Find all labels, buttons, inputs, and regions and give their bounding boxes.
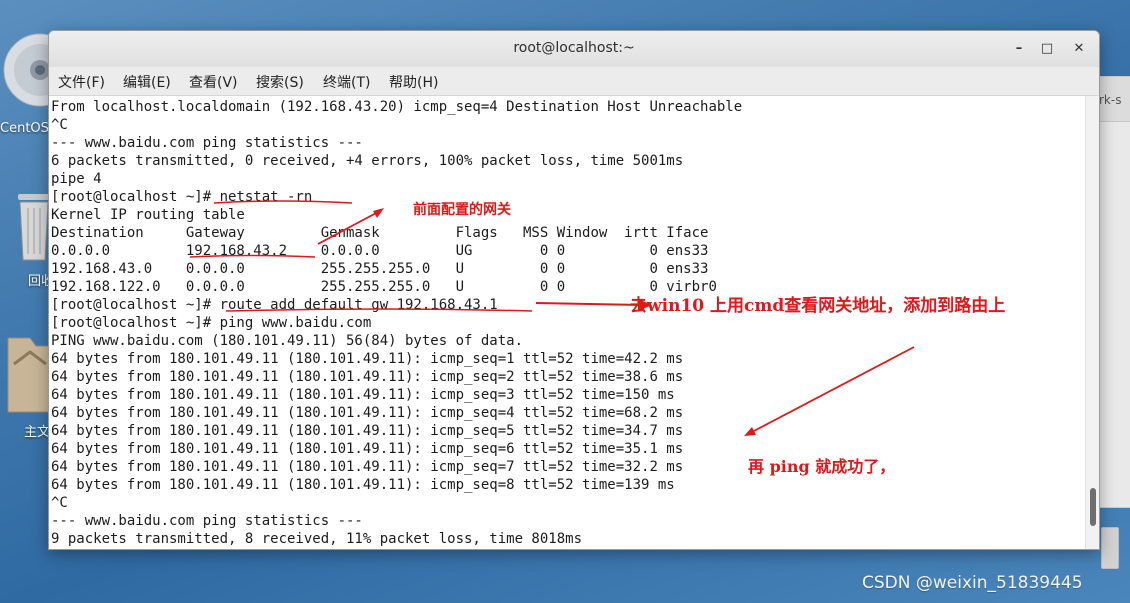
arrow-gateway-head <box>373 208 384 218</box>
ping-annotation: 再 ping 就成功了， <box>748 457 896 476</box>
underline-gateway <box>189 254 316 258</box>
route-annotation: 去win10 上用cmd查看网关地址，添加到路由上 <box>630 296 1006 316</box>
underline-netstat <box>213 200 353 204</box>
arrow-route <box>535 302 641 306</box>
arrow-ping-head <box>744 427 756 436</box>
csdn-watermark: CSDN @weixin_51839445 <box>862 573 1083 593</box>
gateway-annotation: 前面配置的网关 <box>413 202 511 218</box>
arrow-ping <box>751 346 915 433</box>
underline-route <box>225 308 533 312</box>
arrow-gateway <box>317 211 379 245</box>
